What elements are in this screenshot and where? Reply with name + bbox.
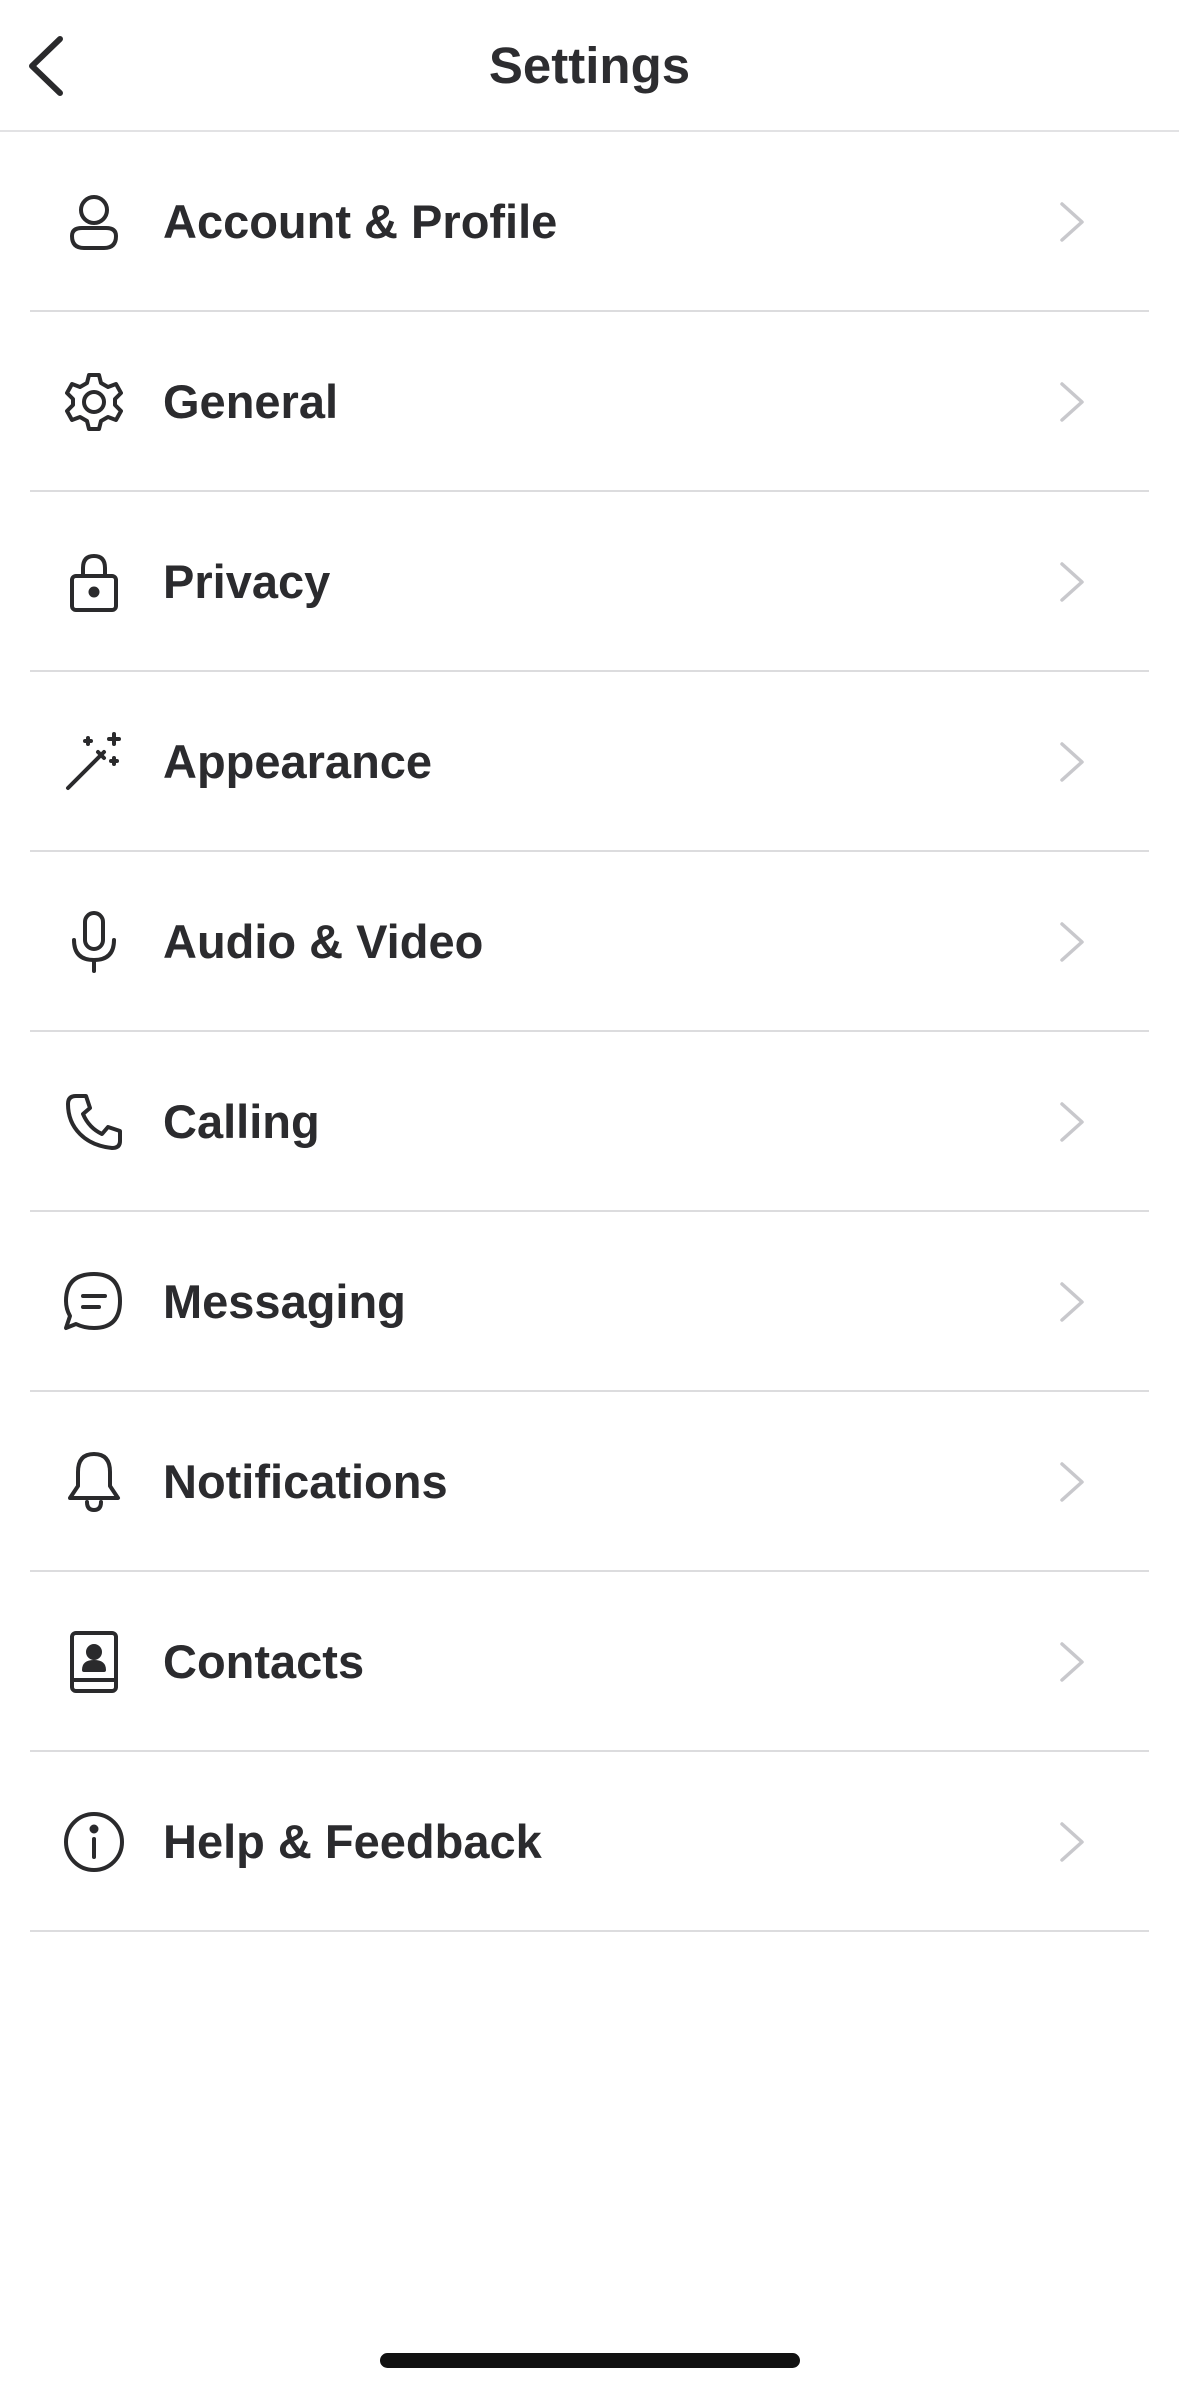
chevron-right-icon [1052, 740, 1092, 784]
chevron-right-icon [1052, 200, 1092, 244]
bell-icon [62, 1450, 126, 1514]
settings-item-general[interactable]: General [0, 312, 1179, 492]
person-icon [62, 190, 126, 254]
gear-icon [62, 370, 126, 434]
settings-item-privacy[interactable]: Privacy [0, 492, 1179, 672]
chat-bubble-icon [62, 1270, 126, 1334]
settings-item-label: Notifications [163, 1455, 448, 1508]
settings-item-audio-video[interactable]: Audio & Video [0, 852, 1179, 1032]
settings-item-label: Privacy [163, 555, 331, 608]
settings-item-notifications[interactable]: Notifications [0, 1392, 1179, 1572]
settings-item-label: Messaging [163, 1275, 406, 1328]
chevron-right-icon [1052, 1280, 1092, 1324]
settings-item-account-profile[interactable]: Account & Profile [0, 132, 1179, 312]
settings-item-label: Audio & Video [163, 915, 484, 968]
chevron-right-icon [1052, 560, 1092, 604]
settings-item-label: General [163, 375, 339, 428]
magic-wand-icon [62, 730, 126, 794]
settings-item-label: Calling [163, 1095, 320, 1148]
settings-item-help-feedback[interactable]: Help & Feedback [0, 1752, 1179, 1932]
navigation-bar: Settings [0, 0, 1179, 132]
chevron-right-icon [1052, 380, 1092, 424]
settings-item-appearance[interactable]: Appearance [0, 672, 1179, 852]
settings-item-label: Contacts [163, 1635, 365, 1688]
page-title: Settings [488, 37, 691, 94]
settings-item-label: Account & Profile [163, 195, 558, 248]
chevron-right-icon [1052, 1820, 1092, 1864]
settings-item-calling[interactable]: Calling [0, 1032, 1179, 1212]
chevron-right-icon [1052, 1460, 1092, 1504]
home-indicator[interactable] [380, 2353, 800, 2368]
chevron-right-icon [1052, 1640, 1092, 1684]
settings-item-contacts[interactable]: Contacts [0, 1572, 1179, 1752]
info-icon [62, 1810, 126, 1874]
settings-item-label: Appearance [163, 735, 433, 788]
settings-item-label: Help & Feedback [163, 1815, 542, 1868]
contact-book-icon [62, 1630, 126, 1694]
chevron-right-icon [1052, 920, 1092, 964]
phone-icon [62, 1090, 126, 1154]
settings-item-messaging[interactable]: Messaging [0, 1212, 1179, 1392]
microphone-icon [62, 910, 126, 974]
chevron-right-icon [1052, 1100, 1092, 1144]
lock-icon [62, 550, 126, 614]
settings-list: Account & Profile General Privacy Appear… [0, 132, 1179, 1932]
